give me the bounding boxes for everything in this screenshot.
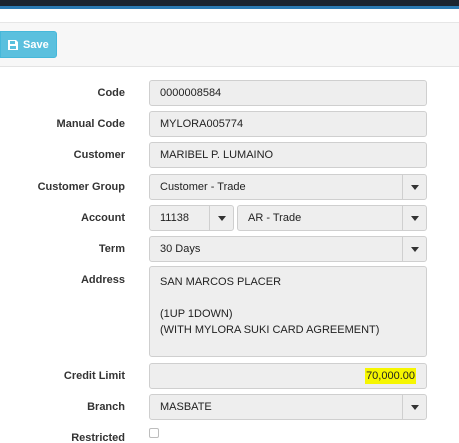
account-name-value: AR - Trade xyxy=(248,212,302,224)
chevron-down-icon[interactable] xyxy=(402,206,426,230)
branch-select[interactable]: MASBATE xyxy=(149,394,427,420)
term-value: 30 Days xyxy=(160,243,201,255)
toolbar xyxy=(0,22,459,67)
credit-limit-value: 70,000.00 xyxy=(365,368,416,384)
manual-code-value: MYLORA005774 xyxy=(160,118,244,130)
code-field[interactable]: 0000008584 xyxy=(149,80,427,106)
restricted-checkbox[interactable] xyxy=(149,428,159,438)
branch-label: Branch xyxy=(87,401,125,413)
save-label: Save xyxy=(23,38,49,51)
top-bar-accent xyxy=(0,6,459,9)
branch-value: MASBATE xyxy=(160,401,212,413)
account-name-select[interactable]: AR - Trade xyxy=(237,205,427,231)
manual-code-label: Manual Code xyxy=(56,118,125,130)
term-label: Term xyxy=(98,243,125,255)
customer-group-value: Customer - Trade xyxy=(160,181,246,193)
customer-group-select[interactable]: Customer - Trade xyxy=(149,174,427,200)
customer-group-label: Customer Group xyxy=(37,181,125,193)
account-code-value: 11138 xyxy=(160,212,189,224)
code-value: 0000008584 xyxy=(160,87,222,99)
account-code-select[interactable]: 11138 xyxy=(149,205,234,231)
address-textarea[interactable]: SAN MARCOS PLACER (1UP 1DOWN) (WITH MYLO… xyxy=(149,266,427,357)
chevron-down-icon[interactable] xyxy=(402,237,426,261)
chevron-down-icon[interactable] xyxy=(402,395,426,419)
credit-limit-label: Credit Limit xyxy=(63,370,125,382)
save-button[interactable]: Save xyxy=(0,31,57,58)
code-label: Code xyxy=(97,87,126,99)
address-label: Address xyxy=(80,274,125,286)
term-select[interactable]: 30 Days xyxy=(149,236,427,262)
credit-limit-field[interactable]: 70,000.00 xyxy=(149,363,427,389)
customer-value: MARIBEL P. LUMAINO xyxy=(160,149,274,161)
chevron-down-icon[interactable] xyxy=(209,206,233,230)
floppy-disk-icon xyxy=(8,39,18,50)
chevron-down-icon[interactable] xyxy=(402,175,426,199)
customer-label: Customer xyxy=(73,149,125,161)
account-label: Account xyxy=(81,212,125,224)
restricted-label: Restricted xyxy=(71,432,125,443)
customer-field[interactable]: MARIBEL P. LUMAINO xyxy=(149,142,427,168)
manual-code-field[interactable]: MYLORA005774 xyxy=(149,111,427,137)
